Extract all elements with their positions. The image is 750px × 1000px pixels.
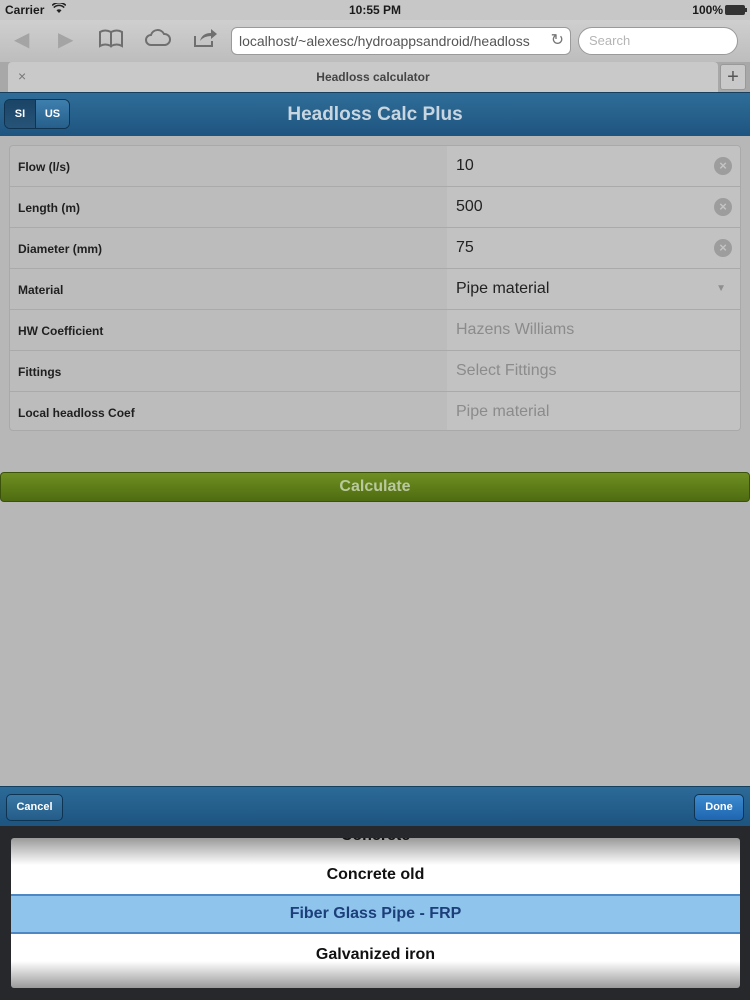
share-icon[interactable] bbox=[192, 28, 218, 54]
local-headloss-label: Local headloss Coef bbox=[18, 406, 135, 420]
picker-option[interactable]: Galvanized iron bbox=[11, 935, 740, 975]
main-content: Flow (l/s) 10 × Length (m) 500 × Diamete… bbox=[0, 136, 750, 786]
status-bar: Carrier 10:55 PM 100% bbox=[0, 0, 750, 20]
picker-option[interactable]: Concrete old bbox=[11, 855, 740, 895]
forward-arrow-icon[interactable]: ▶ bbox=[58, 28, 73, 52]
url-text: localhost/~alexesc/hydroappsandroid/head… bbox=[239, 33, 530, 49]
flow-label: Flow (l/s) bbox=[18, 160, 70, 174]
material-label: Material bbox=[18, 283, 64, 297]
input-form: Flow (l/s) 10 × Length (m) 500 × Diamete… bbox=[9, 145, 741, 431]
battery-percentage: 100% bbox=[692, 3, 723, 17]
length-label: Length (m) bbox=[18, 201, 80, 215]
tab-bar: × Headloss calculator + bbox=[0, 62, 750, 92]
reload-icon[interactable]: ↻ bbox=[551, 28, 564, 54]
new-tab-button[interactable]: + bbox=[720, 64, 746, 90]
form-row-length: Length (m) 500 × bbox=[10, 187, 740, 228]
battery-icon bbox=[725, 5, 747, 15]
form-row-hw-coefficient: HW Coefficient Hazens Williams bbox=[10, 310, 740, 351]
tab-headloss-calculator[interactable]: × Headloss calculator bbox=[8, 62, 718, 92]
app-header: SI US Headloss Calc Plus bbox=[0, 92, 750, 136]
hw-coefficient-input[interactable]: Hazens Williams bbox=[447, 310, 740, 350]
status-time: 10:55 PM bbox=[348, 3, 402, 17]
form-row-local-headloss: Local headloss Coef Pipe material bbox=[10, 392, 740, 430]
url-input[interactable]: localhost/~alexesc/hydroappsandroid/head… bbox=[231, 27, 571, 55]
length-value: 500 bbox=[456, 198, 483, 215]
cloud-icon[interactable] bbox=[144, 28, 172, 54]
search-input[interactable]: Search bbox=[578, 27, 738, 55]
material-picker: Concrete Concrete old Fiber Glass Pipe -… bbox=[0, 826, 750, 1000]
form-row-fittings: Fittings Select Fittings bbox=[10, 351, 740, 392]
back-arrow-icon[interactable]: ◀ bbox=[14, 28, 29, 52]
picker-wheel[interactable]: Concrete Concrete old Fiber Glass Pipe -… bbox=[11, 838, 740, 988]
browser-toolbar: ◀ ▶ localhost/~alexesc/hydroappsandroid/… bbox=[0, 20, 750, 62]
tab-title: Headloss calculator bbox=[316, 70, 430, 84]
picker-option-selected[interactable]: Fiber Glass Pipe - FRP bbox=[11, 894, 740, 934]
page-title: Headloss Calc Plus bbox=[287, 104, 463, 125]
material-select[interactable]: Pipe material ▼ bbox=[447, 269, 740, 309]
flow-input[interactable]: 10 × bbox=[447, 146, 740, 186]
picker-toolbar: Cancel Done bbox=[0, 786, 750, 826]
calculate-button[interactable]: Calculate bbox=[0, 472, 750, 502]
diameter-label: Diameter (mm) bbox=[18, 242, 103, 256]
fittings-label: Fittings bbox=[18, 365, 62, 379]
fittings-select[interactable]: Select Fittings bbox=[447, 351, 740, 391]
length-input[interactable]: 500 × bbox=[447, 187, 740, 227]
flow-value: 10 bbox=[456, 157, 474, 174]
done-button[interactable]: Done bbox=[694, 794, 744, 821]
cancel-button[interactable]: Cancel bbox=[6, 794, 63, 821]
clear-icon[interactable]: × bbox=[714, 157, 732, 175]
form-row-diameter: Diameter (mm) 75 × bbox=[10, 228, 740, 269]
material-value: Pipe material bbox=[456, 280, 550, 297]
clear-icon[interactable]: × bbox=[714, 198, 732, 216]
chevron-down-icon: ▼ bbox=[716, 283, 726, 294]
form-row-flow: Flow (l/s) 10 × bbox=[10, 146, 740, 187]
diameter-input[interactable]: 75 × bbox=[447, 228, 740, 268]
hw-coefficient-label: HW Coefficient bbox=[18, 324, 104, 338]
clear-icon[interactable]: × bbox=[714, 239, 732, 257]
picker-option[interactable]: Concrete bbox=[11, 838, 740, 856]
bookmarks-icon[interactable] bbox=[98, 28, 124, 54]
local-headloss-input[interactable]: Pipe material bbox=[447, 392, 740, 430]
diameter-value: 75 bbox=[456, 239, 474, 256]
form-row-material: Material Pipe material ▼ bbox=[10, 269, 740, 310]
